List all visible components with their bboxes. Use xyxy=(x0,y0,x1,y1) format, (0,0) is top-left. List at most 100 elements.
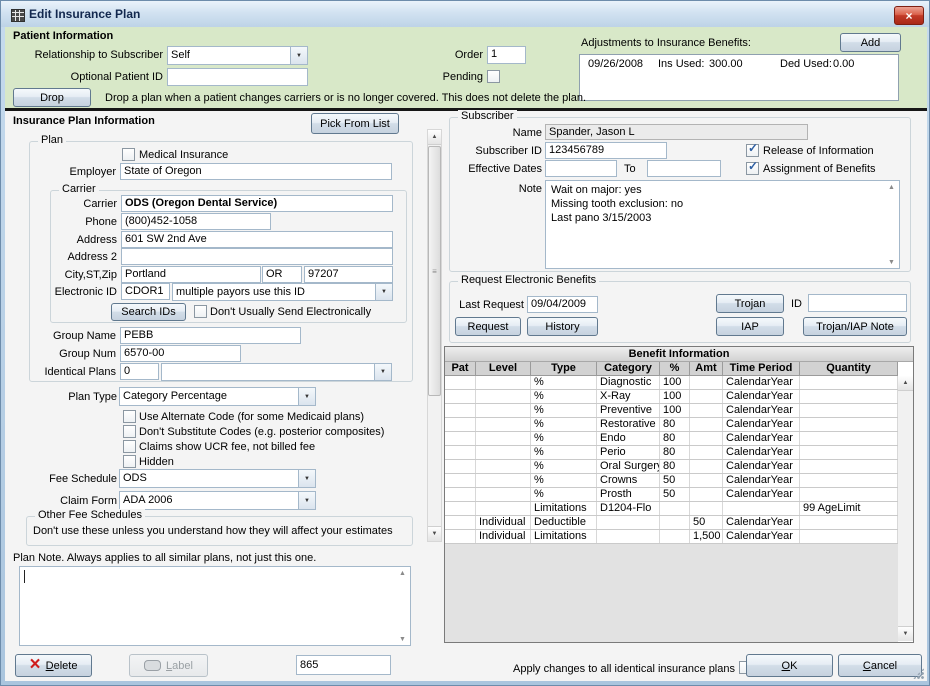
benefit-cell: 80 xyxy=(660,446,690,459)
employer-field[interactable]: State of Oregon xyxy=(120,163,392,180)
claims-ucr-fee-checkbox[interactable] xyxy=(123,440,136,453)
employer-label: Employer xyxy=(30,166,116,178)
ok-button[interactable]: OK xyxy=(746,654,833,677)
plan-note-textarea[interactable] xyxy=(19,566,411,646)
benefit-cell: CalendarYear xyxy=(723,418,800,431)
iap-button[interactable]: IAP xyxy=(716,317,784,336)
benefit-row[interactable]: %Oral Surgery80CalendarYear xyxy=(445,460,898,474)
benefit-cell xyxy=(476,404,531,417)
adjustments-listbox[interactable]: 09/26/2008 Ins Used: 300.00 Ded Used: 0.… xyxy=(579,54,899,101)
scroll-up-icon[interactable]: ▲ xyxy=(898,376,913,391)
effective-to-field[interactable] xyxy=(647,160,721,177)
benefit-row[interactable]: %Restorative80CalendarYear xyxy=(445,418,898,432)
benefit-cell: 80 xyxy=(660,418,690,431)
electronic-id-field[interactable]: CDOR1 xyxy=(121,283,170,300)
scroll-up-icon[interactable]: ▲ xyxy=(428,130,441,145)
subscriber-note-textarea[interactable]: Wait on major: yes Missing tooth exclusi… xyxy=(545,180,900,269)
city-field[interactable]: Portland xyxy=(121,266,261,283)
other-fee-note: Don't use these unless you understand ho… xyxy=(33,525,393,537)
claim-form-label: Claim Form xyxy=(31,495,117,507)
plan-type-dropdown[interactable]: Category Percentage ▼ xyxy=(119,387,316,406)
benefit-cell xyxy=(690,418,723,431)
subscriber-id-field[interactable]: 123456789 xyxy=(545,142,667,159)
group-num-field[interactable]: 6570-00 xyxy=(120,345,241,362)
plan-number-field[interactable]: 865 xyxy=(296,655,391,675)
chevron-down-icon: ▼ xyxy=(298,470,315,487)
address-field[interactable]: 601 SW 2nd Ave xyxy=(121,231,393,248)
group-name-label: Group Name xyxy=(30,330,116,342)
claim-form-dropdown[interactable]: ADA 2006 ▼ xyxy=(119,491,316,510)
trojan-id-field[interactable] xyxy=(808,294,907,312)
benefit-row[interactable]: %Preventive100CalendarYear xyxy=(445,404,898,418)
order-field[interactable]: 1 xyxy=(487,46,526,64)
scroll-down-icon[interactable]: ▼ xyxy=(888,259,895,266)
drop-button[interactable]: Drop xyxy=(13,88,91,107)
delete-button[interactable]: × Delete xyxy=(15,654,92,677)
benefit-row[interactable]: LimitationsD1204-Flo99 AgeLimit xyxy=(445,502,898,516)
use-alternate-code-checkbox[interactable] xyxy=(123,410,136,423)
left-panel-scrollbar[interactable]: ▲ ≡ ▼ xyxy=(427,129,442,542)
benefit-cell: CalendarYear xyxy=(723,460,800,473)
release-of-information-checkbox[interactable]: ✓ xyxy=(746,144,759,157)
chevron-down-icon: ▼ xyxy=(375,284,392,300)
group-name-field[interactable]: PEBB xyxy=(120,327,301,344)
benefit-row[interactable]: %Prosth50CalendarYear xyxy=(445,488,898,502)
assignment-of-benefits-checkbox[interactable]: ✓ xyxy=(746,162,759,175)
subscriber-id-label: Subscriber ID xyxy=(458,145,542,157)
trojan-iap-note-button[interactable]: Trojan/IAP Note xyxy=(803,317,907,336)
check-icon: ✓ xyxy=(748,160,758,172)
benefit-cell: 50 xyxy=(660,474,690,487)
benefit-row[interactable]: %X-Ray100CalendarYear xyxy=(445,390,898,404)
scroll-down-icon[interactable]: ▼ xyxy=(428,526,441,541)
pending-checkbox[interactable] xyxy=(487,70,500,83)
benefit-table-header: Pat Level Type Category % Amt Time Perio… xyxy=(445,362,898,376)
optional-patient-id-field[interactable] xyxy=(167,68,308,86)
history-button[interactable]: History xyxy=(527,317,598,336)
scrollbar-thumb[interactable]: ≡ xyxy=(428,146,441,396)
order-label: Order xyxy=(431,49,483,61)
carrier-field[interactable]: ODS (Oregon Dental Service) xyxy=(121,195,393,212)
benefit-row[interactable]: %Crowns50CalendarYear xyxy=(445,474,898,488)
payor-id-dropdown[interactable]: multiple payors use this ID ▼ xyxy=(172,283,393,301)
identical-plans-dropdown[interactable]: ▼ xyxy=(161,363,392,381)
benefit-row[interactable]: IndividualDeductible50CalendarYear xyxy=(445,516,898,530)
scroll-down-icon[interactable]: ▼ xyxy=(399,636,406,643)
phone-field[interactable]: (800)452-1058 xyxy=(121,213,271,230)
benefit-row[interactable]: %Diagnostic100CalendarYear xyxy=(445,376,898,390)
chevron-down-icon: ▼ xyxy=(298,492,315,509)
relationship-dropdown[interactable]: Self ▼ xyxy=(167,46,308,65)
benefit-row[interactable]: %Perio80CalendarYear xyxy=(445,446,898,460)
scroll-up-icon[interactable]: ▲ xyxy=(888,184,895,191)
effective-from-field[interactable] xyxy=(545,160,617,177)
scroll-down-icon[interactable]: ▼ xyxy=(898,626,913,641)
benefit-cell: CalendarYear xyxy=(723,474,800,487)
scroll-up-icon[interactable]: ▲ xyxy=(399,570,406,577)
dont-send-label: Don't Usually Send Electronically xyxy=(210,306,371,318)
benefit-cell xyxy=(690,446,723,459)
fee-schedule-dropdown[interactable]: ODS ▼ xyxy=(119,469,316,488)
plan-note-label: Plan Note. Always applies to all similar… xyxy=(13,552,316,564)
hidden-checkbox[interactable] xyxy=(123,455,136,468)
address2-field[interactable] xyxy=(121,248,393,265)
benefit-table-empty-area xyxy=(445,544,898,642)
state-field[interactable]: OR xyxy=(262,266,302,283)
benefit-row[interactable]: %Endo80CalendarYear xyxy=(445,432,898,446)
subscriber-group-label: Subscriber xyxy=(458,110,517,122)
benefit-table-scrollbar[interactable]: ▲ ▼ xyxy=(898,376,913,641)
search-ids-button[interactable]: Search IDs xyxy=(111,303,186,321)
last-request-field[interactable]: 09/04/2009 xyxy=(527,296,598,313)
trojan-button[interactable]: Trojan xyxy=(716,294,784,313)
request-button[interactable]: Request xyxy=(455,317,521,336)
medical-insurance-checkbox[interactable] xyxy=(122,148,135,161)
benefit-row[interactable]: IndividualLimitations1,500CalendarYear xyxy=(445,530,898,544)
close-button[interactable]: × xyxy=(894,6,924,25)
identical-plans-field[interactable]: 0 xyxy=(120,363,159,380)
zip-field[interactable]: 97207 xyxy=(304,266,393,283)
benefit-cell xyxy=(445,432,476,445)
dont-substitute-codes-checkbox[interactable] xyxy=(123,425,136,438)
dont-send-checkbox[interactable] xyxy=(194,305,207,318)
cancel-button[interactable]: Cancel xyxy=(838,654,922,677)
pick-from-list-button[interactable]: Pick From List xyxy=(311,113,399,134)
add-adjustment-button[interactable]: Add xyxy=(840,33,901,52)
label-button[interactable]: Label xyxy=(129,654,208,677)
